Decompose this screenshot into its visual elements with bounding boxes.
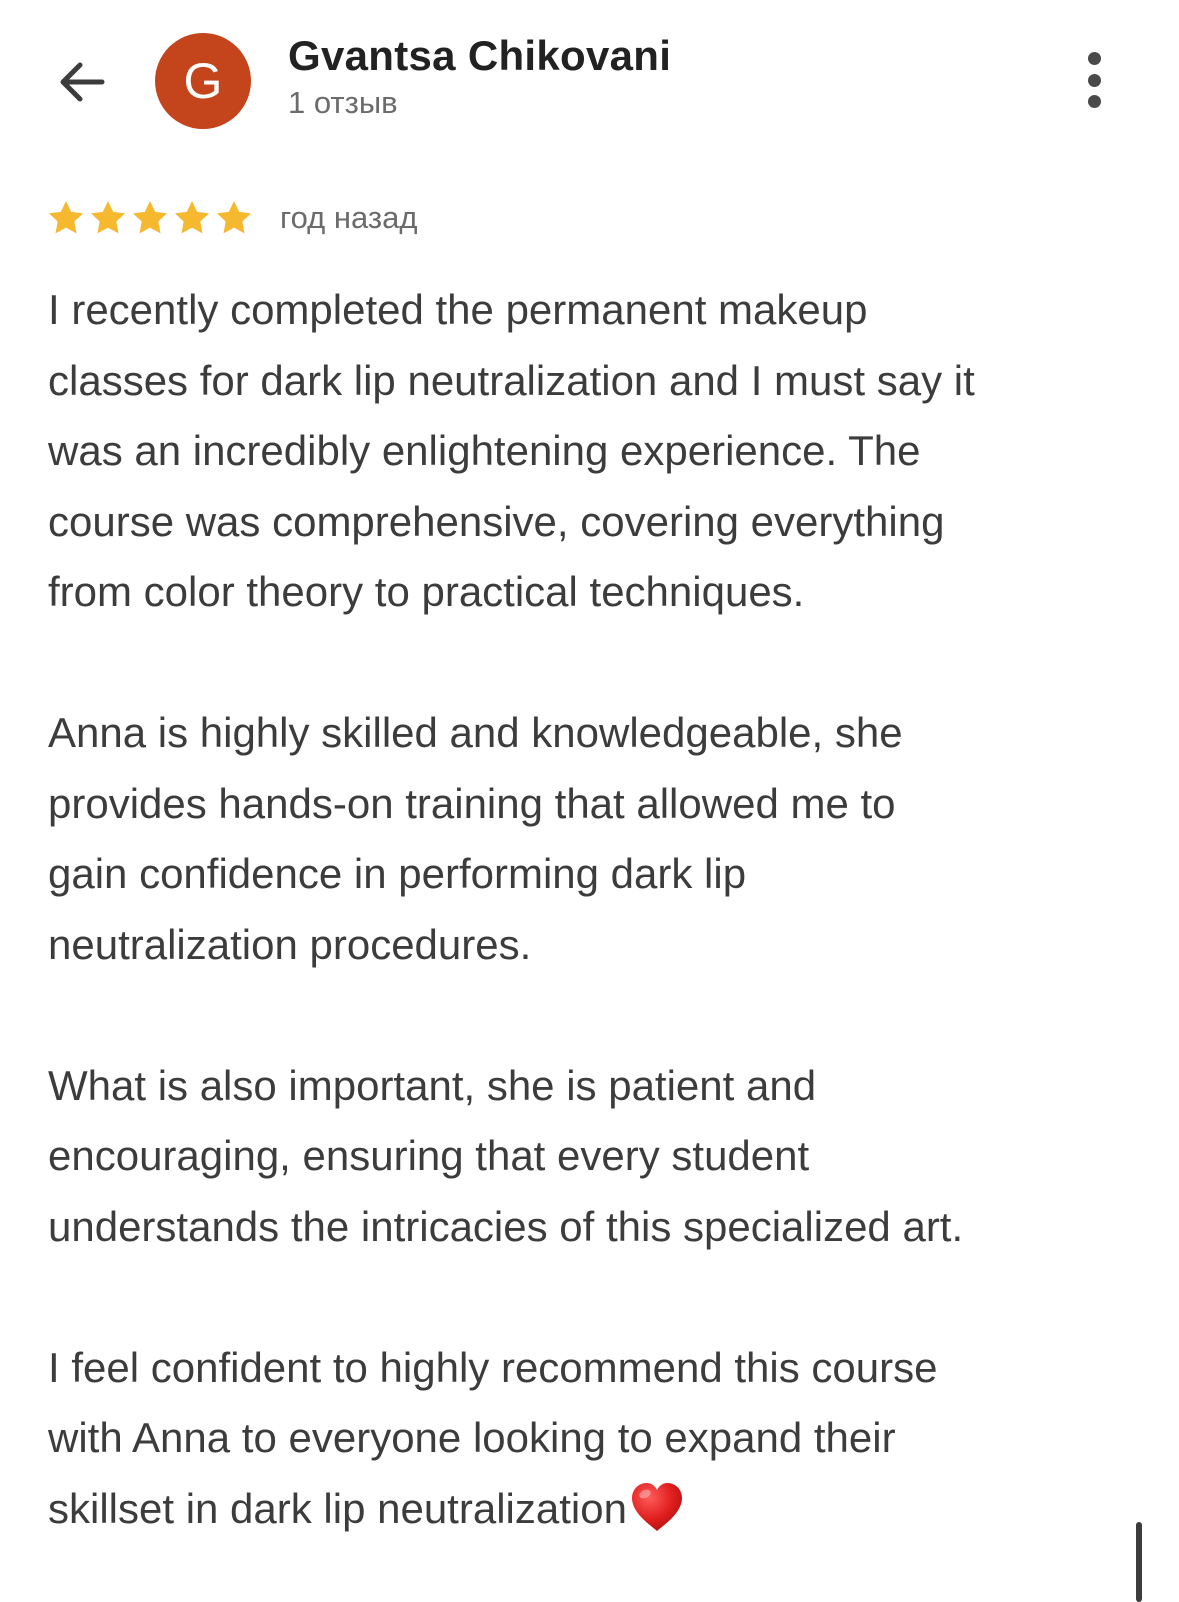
star-icon	[133, 201, 167, 234]
star-icon	[49, 201, 83, 234]
review-paragraph: I feel confident to highly recommend thi…	[48, 1333, 1128, 1545]
avatar-letter: G	[183, 53, 223, 109]
star-icon	[217, 201, 251, 234]
review-paragraph-text: I feel confident to highly recommend thi…	[48, 1343, 938, 1532]
more-vert-icon-dot	[1087, 73, 1101, 87]
star-icon	[175, 201, 209, 234]
review-text: I recently completed the permanent makeu…	[48, 275, 1128, 1544]
star-rating	[46, 198, 256, 238]
scrollbar[interactable]	[1136, 1522, 1142, 1602]
review-paragraph: What is also important, she is patient a…	[48, 1061, 964, 1250]
back-button[interactable]	[50, 50, 114, 114]
avatar[interactable]: G	[155, 33, 251, 129]
review-date: год назад	[280, 200, 418, 235]
review-paragraph: Anna is highly skilled and knowledgeable…	[48, 709, 903, 968]
star-icon	[91, 201, 125, 234]
review-header: G Gvantsa Chikovani 1 отзыв	[0, 0, 1179, 160]
arrow-back-icon	[60, 62, 105, 102]
rating-row: год назад	[46, 196, 417, 240]
review-paragraph: I recently completed the permanent makeu…	[48, 286, 975, 615]
author-name[interactable]: Gvantsa Chikovani	[288, 32, 671, 80]
heart-icon	[631, 1482, 682, 1531]
more-options-button[interactable]	[1070, 52, 1118, 108]
review-count: 1 отзыв	[288, 85, 398, 120]
more-vert-icon-dot	[1087, 52, 1101, 65]
more-vert-icon-dot	[1087, 95, 1101, 108]
